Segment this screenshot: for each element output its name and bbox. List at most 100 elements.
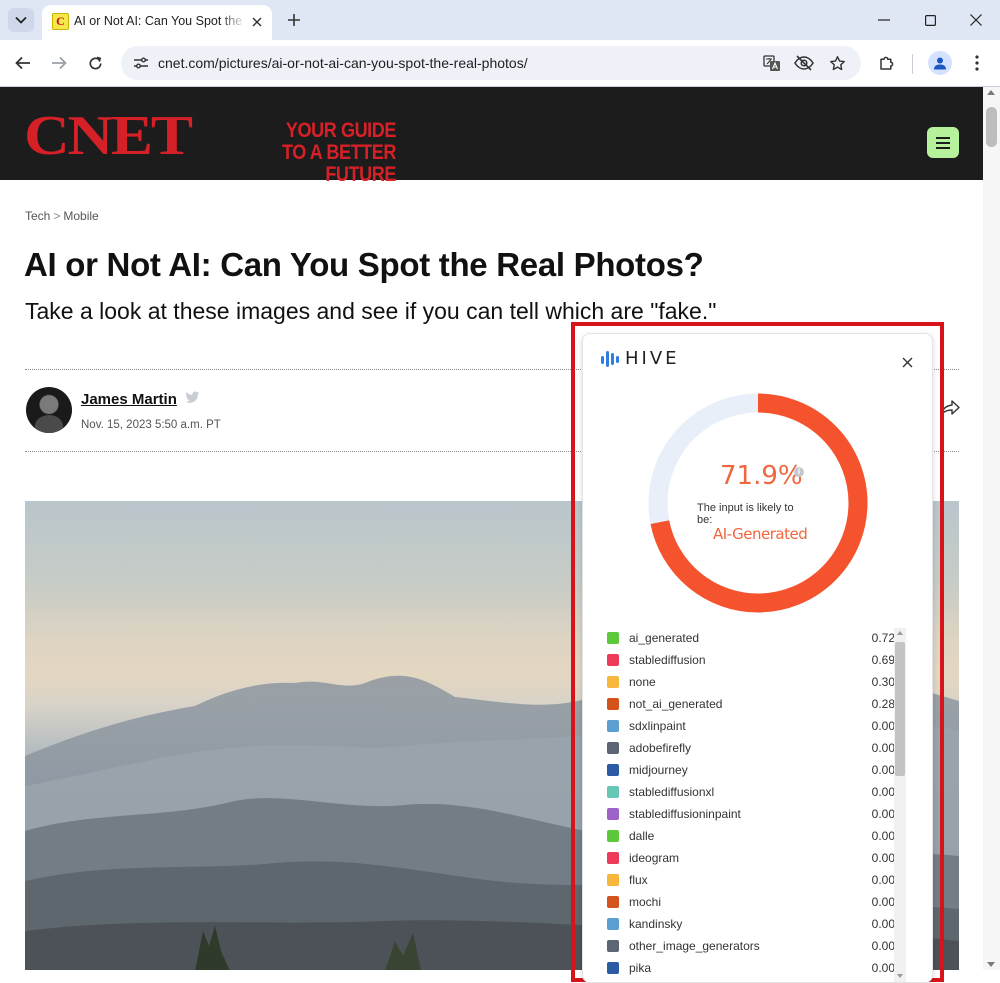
breadcrumb: Tech > Mobile xyxy=(25,209,99,223)
info-icon[interactable]: i xyxy=(794,467,804,477)
browser-menu-button[interactable] xyxy=(964,50,990,76)
maximize-button[interactable] xyxy=(915,6,945,34)
class-score: 0.30 xyxy=(871,675,895,689)
tracking-protection-button[interactable] xyxy=(793,53,815,73)
translate-button[interactable] xyxy=(761,53,783,73)
class-row: stablediffusioninpaint 0.00 xyxy=(605,803,895,825)
kebab-menu-icon xyxy=(975,55,979,71)
class-color-swatch xyxy=(607,676,619,688)
scroll-thumb[interactable] xyxy=(986,107,997,147)
likely-label: The input is likely to be: xyxy=(697,502,794,526)
back-arrow-icon xyxy=(15,56,30,70)
address-bar[interactable]: cnet.com/pictures/ai-or-not-ai-can-you-s… xyxy=(121,46,861,80)
class-score: 0.00 xyxy=(871,961,895,975)
scroll-down-arrow[interactable] xyxy=(987,962,995,967)
profile-button[interactable] xyxy=(928,51,952,75)
class-name: stablediffusion xyxy=(629,653,706,667)
class-row: stablediffusion 0.69 xyxy=(605,649,895,671)
class-row: none 0.30 xyxy=(605,671,895,693)
class-color-swatch xyxy=(607,896,619,908)
site-menu-button[interactable] xyxy=(927,127,959,158)
tab-title: AI or Not AI: Can You Spot the Real Phot… xyxy=(74,14,246,28)
forward-button[interactable] xyxy=(46,50,72,76)
class-color-swatch xyxy=(607,764,619,776)
list-scroll-thumb[interactable] xyxy=(895,642,905,776)
class-color-swatch xyxy=(607,698,619,710)
list-scroll-up-arrow[interactable] xyxy=(897,631,903,635)
hive-detection-popup: HIVE 71.9% i The input is likely to be: … xyxy=(582,333,933,983)
bookmark-button[interactable] xyxy=(826,53,848,73)
class-scores-list: ai_generated 0.72 stablediffusion 0.69 none 0… xyxy=(605,627,895,982)
class-name: pika xyxy=(629,961,652,975)
breadcrumb-tech-link[interactable]: Tech xyxy=(25,209,50,223)
class-color-swatch xyxy=(607,962,619,974)
verdict-label: AI-Generated xyxy=(713,525,808,543)
site-header: CNET YOUR GUIDE TO A BETTER FUTURE xyxy=(0,87,983,186)
author-avatar[interactable] xyxy=(26,387,72,433)
class-color-swatch xyxy=(607,808,619,820)
tune-icon xyxy=(134,57,148,69)
class-row: sdxlinpaint 0.00 xyxy=(605,715,895,737)
class-name: sdxlinpaint xyxy=(629,719,686,733)
hamburger-icon-bar xyxy=(936,146,950,149)
class-score: 0.00 xyxy=(871,829,895,843)
class-color-swatch xyxy=(607,632,619,644)
forward-arrow-icon xyxy=(52,56,67,70)
back-button[interactable] xyxy=(10,50,36,76)
star-icon xyxy=(829,55,845,70)
tab-close-button[interactable] xyxy=(248,13,266,31)
class-row: mochi 0.00 xyxy=(605,891,895,913)
class-name: dalle xyxy=(629,829,655,843)
class-score: 0.00 xyxy=(871,917,895,931)
reload-button[interactable] xyxy=(82,50,108,76)
class-row: ai_generated 0.72 xyxy=(605,627,895,649)
list-scroll-down-arrow[interactable] xyxy=(897,974,903,978)
class-row: ideogram 0.00 xyxy=(605,847,895,869)
hive-logo: HIVE xyxy=(601,348,680,369)
class-color-swatch xyxy=(607,874,619,886)
article-title: AI or Not AI: Can You Spot the Real Phot… xyxy=(24,246,704,283)
ai-score-percent: 71.9% xyxy=(720,461,803,491)
browser-toolbar: cnet.com/pictures/ai-or-not-ai-can-you-s… xyxy=(0,40,1000,87)
class-list-scrollbar[interactable] xyxy=(894,628,906,982)
translate-icon xyxy=(763,54,780,71)
class-score: 0.69 xyxy=(871,653,895,667)
new-tab-button[interactable] xyxy=(283,9,305,31)
class-score: 0.00 xyxy=(871,851,895,865)
hive-bars-icon xyxy=(601,350,619,367)
scroll-up-arrow[interactable] xyxy=(987,90,995,95)
class-row: stablediffusionxl 0.00 xyxy=(605,781,895,803)
puzzle-icon xyxy=(880,56,894,70)
close-window-button[interactable] xyxy=(961,6,991,34)
class-score: 0.28 xyxy=(871,697,895,711)
breadcrumb-mobile-link[interactable]: Mobile xyxy=(63,209,98,223)
class-row: not_ai_generated 0.28 xyxy=(605,693,895,715)
twitter-icon[interactable] xyxy=(185,391,200,404)
close-icon xyxy=(252,17,262,27)
class-color-swatch xyxy=(607,742,619,754)
active-tab[interactable]: C AI or Not AI: Can You Spot the Real Ph… xyxy=(42,5,272,40)
class-color-swatch xyxy=(607,830,619,842)
minimize-button[interactable] xyxy=(869,6,899,34)
class-color-swatch xyxy=(607,940,619,952)
class-color-swatch xyxy=(607,654,619,666)
author-name-link[interactable]: James Martin xyxy=(81,391,177,408)
class-name: stablediffusioninpaint xyxy=(629,807,741,821)
class-name: not_ai_generated xyxy=(629,697,723,711)
page-scrollbar[interactable] xyxy=(983,87,1000,970)
browser-chrome: C AI or Not AI: Can You Spot the Real Ph… xyxy=(0,0,1000,87)
cnet-logo[interactable]: CNET xyxy=(24,108,193,164)
breadcrumb-separator: > xyxy=(53,209,61,223)
site-info-button[interactable] xyxy=(131,53,151,73)
tab-search-button[interactable] xyxy=(8,8,34,32)
publish-date: Nov. 15, 2023 5:50 a.m. PT xyxy=(81,419,221,431)
hive-close-button[interactable] xyxy=(897,352,917,372)
plus-icon xyxy=(288,14,300,26)
person-icon xyxy=(934,57,946,70)
hamburger-icon xyxy=(936,136,950,139)
hive-brand-text: HIVE xyxy=(625,348,680,369)
class-score: 0.00 xyxy=(871,807,895,821)
class-color-swatch xyxy=(607,786,619,798)
toolbar-divider xyxy=(912,54,913,74)
extensions-button[interactable] xyxy=(874,50,900,76)
